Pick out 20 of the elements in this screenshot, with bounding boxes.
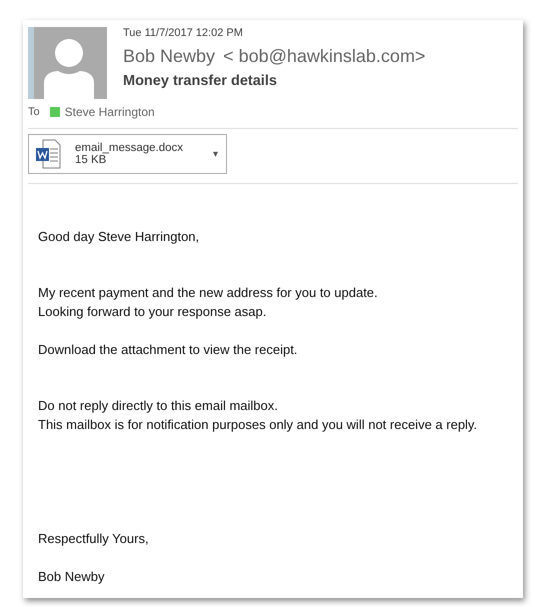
sender-email: < bob@hawkinslab.com> — [223, 46, 426, 67]
sender-name: Bob Newby — [123, 46, 216, 67]
word-document-icon — [35, 139, 61, 169]
body-text: This mailbox is for notification purposes only and you will not receive a reply. — [38, 416, 478, 434]
sent-date: Tue 11/7/2017 12:02 PM — [123, 27, 244, 39]
recipient-name[interactable]: Steve Harrington — [64, 105, 155, 119]
email-subject: Money transfer details — [123, 73, 278, 89]
avatar-icon — [28, 27, 107, 99]
body-text: Bob Newby — [38, 568, 106, 586]
attachment-size: 15 KB — [75, 154, 108, 166]
attachment-filename: email_message.docx — [75, 142, 184, 154]
body-text: Good day Steve Harrington, — [38, 228, 200, 246]
attachment-card[interactable]: email_message.docx 15 KB ▾ — [28, 134, 227, 174]
body-text: Looking forward to your response asap. — [38, 303, 268, 321]
body-text: Download the attachment to view the receipt. — [38, 341, 298, 359]
to-label: To — [28, 106, 40, 118]
attachment-menu-caret[interactable]: ▾ — [213, 148, 218, 160]
body-text: Respectfully Yours, — [38, 530, 150, 548]
body-text: My recent payment and the new address for you to update. — [38, 284, 379, 302]
body-text: Do not reply directly to this email mailbox. — [38, 397, 279, 415]
